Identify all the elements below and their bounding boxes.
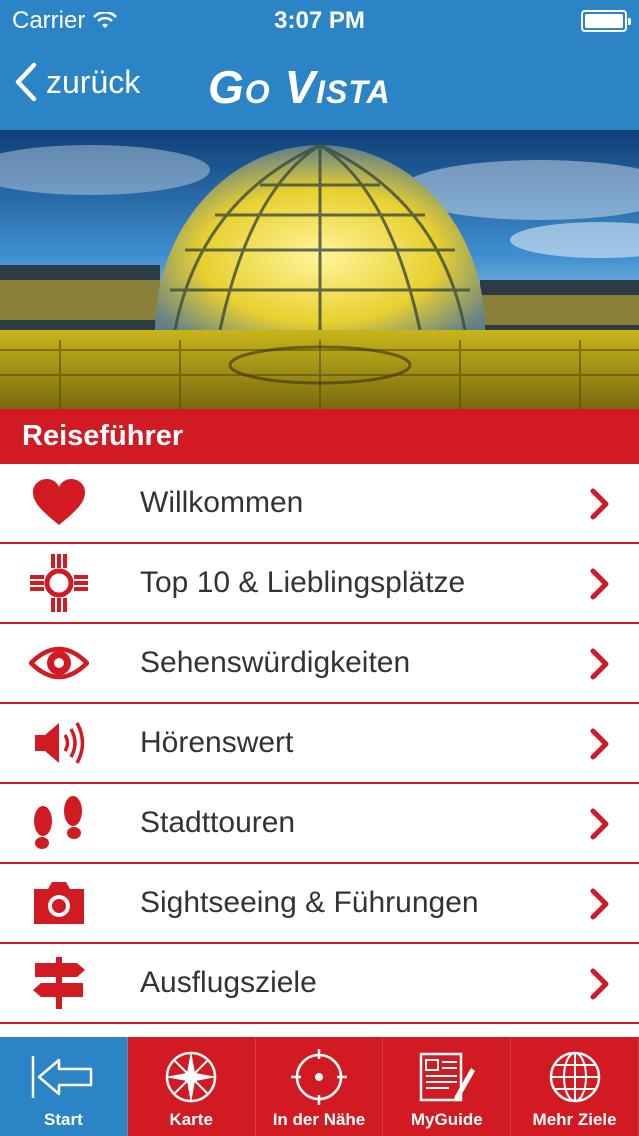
- chevron-right-icon: [590, 568, 609, 600]
- signpost-icon: [26, 957, 92, 1009]
- chevron-right-icon: [590, 728, 609, 760]
- menu-item-ausflugsziele[interactable]: Ausflugsziele: [0, 944, 639, 1024]
- tab-start[interactable]: Start: [0, 1037, 128, 1136]
- target-icon: [256, 1047, 383, 1107]
- tab-mehr-ziele[interactable]: Mehr Ziele: [511, 1037, 639, 1136]
- back-label: zurück: [46, 63, 141, 100]
- section-header: Reiseführer: [0, 409, 639, 464]
- menu-item-sightseeing[interactable]: Sightseeing & Führungen: [0, 864, 639, 944]
- menu-item-label: Hörenswert: [140, 726, 294, 759]
- sun-symbol-icon: [26, 554, 92, 612]
- menu-item-label: Ausflugsziele: [140, 966, 317, 999]
- tab-label: Mehr Ziele: [532, 1110, 617, 1129]
- hero-image: [0, 130, 639, 409]
- status-bar: Carrier 3:07 PM: [0, 0, 639, 42]
- tab-karte[interactable]: Karte: [128, 1037, 256, 1136]
- camera-icon: [26, 878, 92, 928]
- tab-label: In der Nähe: [272, 1110, 366, 1129]
- globe-icon: [511, 1047, 638, 1107]
- tab-label: Karte: [169, 1110, 213, 1129]
- menu-item-willkommen[interactable]: Willkommen: [0, 464, 639, 544]
- tab-label: Start: [44, 1110, 83, 1129]
- tab-bar: Start Karte In der Nähe MyGuide Mehr Zie…: [0, 1037, 639, 1136]
- chevron-right-icon: [590, 888, 609, 920]
- section-title: Reiseführer: [22, 420, 184, 452]
- chevron-right-icon: [590, 808, 609, 840]
- menu-item-sehenswuerdigkeiten[interactable]: Sehenswürdigkeiten: [0, 624, 639, 704]
- menu-item-label: Sehenswürdigkeiten: [140, 646, 411, 679]
- menu-item-hoerenswert[interactable]: Hörenswert: [0, 704, 639, 784]
- chevron-right-icon: [590, 968, 609, 1000]
- tab-in-der-naehe[interactable]: In der Nähe: [256, 1037, 384, 1136]
- footprints-icon: [26, 796, 92, 849]
- tab-myguide[interactable]: MyGuide: [383, 1037, 512, 1136]
- tab-label: MyGuide: [410, 1110, 483, 1129]
- chevron-left-icon: [15, 62, 37, 102]
- menu-item-label: Stadttouren: [140, 806, 296, 839]
- battery-icon: [581, 10, 631, 32]
- eye-icon: [26, 638, 92, 688]
- chevron-right-icon: [590, 488, 609, 520]
- speaker-icon: [26, 718, 92, 768]
- back-arrow-icon: [0, 1047, 127, 1107]
- menu-item-label: Sightseeing & Führungen: [140, 886, 479, 919]
- notes-icon: [383, 1047, 510, 1107]
- menu-item-top10[interactable]: Top 10 & Lieblingsplätze: [0, 544, 639, 624]
- menu-list: Willkommen Top 10 & Lieblingsplätze Sehe…: [0, 464, 639, 1024]
- menu-item-label: Willkommen: [140, 486, 304, 519]
- app-logo: Go Vista: [208, 61, 391, 113]
- app-header: Carrier 3:07 PM zurück Go Vista: [0, 0, 639, 130]
- menu-item-label: Top 10 & Lieblingsplätze: [140, 566, 466, 599]
- menu-item-stadttouren[interactable]: Stadttouren: [0, 784, 639, 864]
- compass-icon: [128, 1047, 255, 1107]
- status-time: 3:07 PM: [274, 7, 365, 34]
- chevron-right-icon: [590, 648, 609, 680]
- back-button[interactable]: zurück: [14, 62, 140, 102]
- heart-icon: [26, 478, 92, 528]
